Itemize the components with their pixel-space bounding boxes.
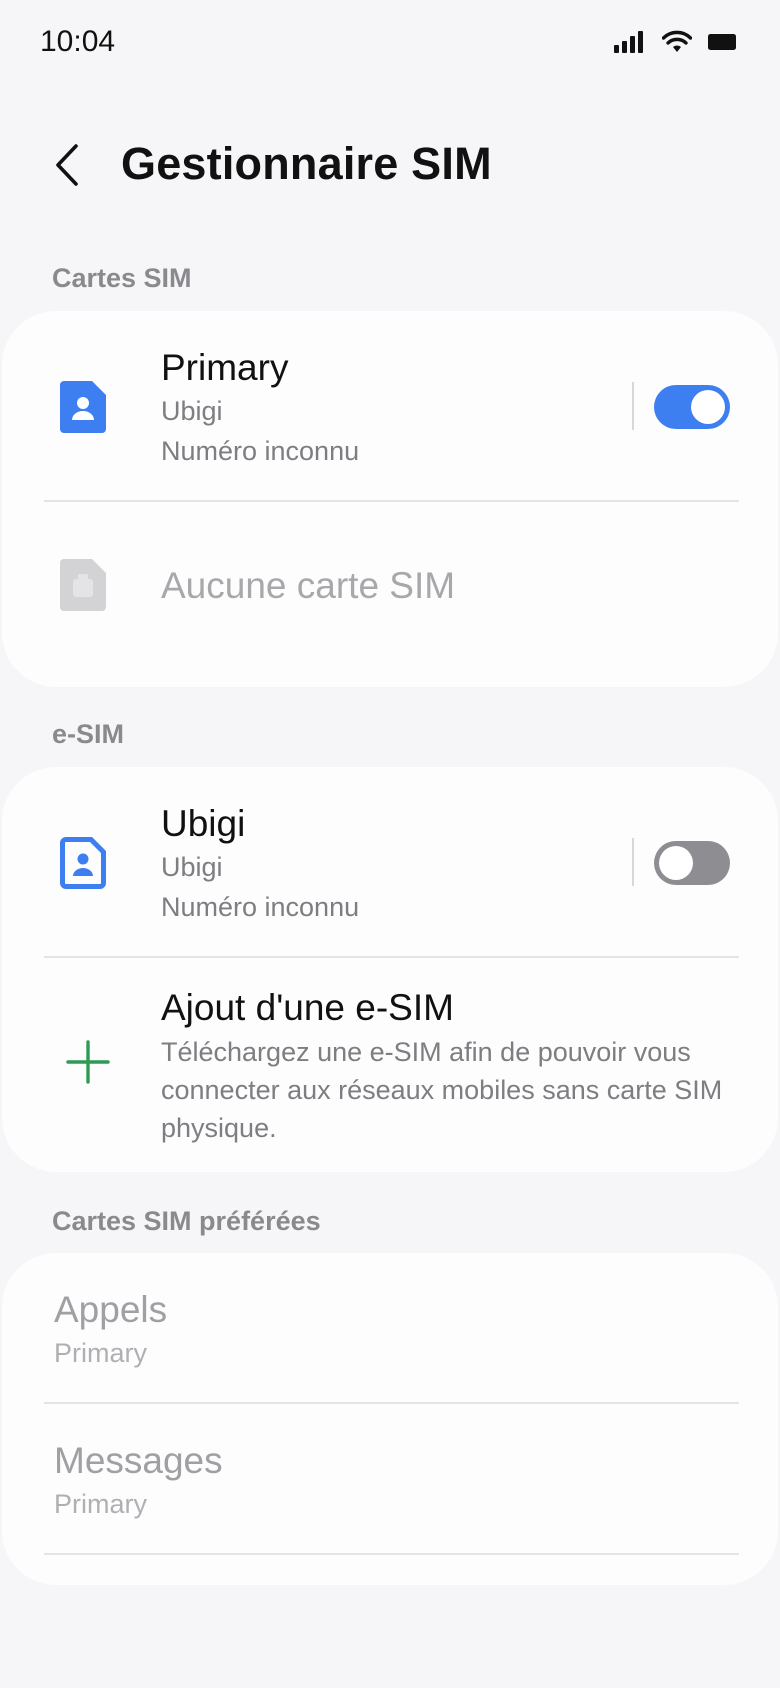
preferred-row-calls: Appels Primary — [2, 1253, 778, 1403]
preferred-calls-title: Appels — [54, 1289, 168, 1330]
toggle-divider — [632, 838, 634, 886]
esim-carrier: Ubigi — [161, 852, 223, 882]
empty-slot-label: Aucune carte SIM — [161, 565, 456, 606]
esim-icon — [60, 837, 106, 889]
sim-row-empty: Aucune carte SIM — [2, 502, 778, 687]
add-esim-row[interactable]: Ajout d'une e-SIM Téléchargez une e-SIM … — [2, 958, 778, 1172]
preferred-messages-title: Messages — [54, 1440, 223, 1481]
preferred-row-messages: Messages Primary — [2, 1404, 778, 1554]
status-time: 10:04 — [40, 25, 116, 58]
esim-row-profile[interactable]: Ubigi Ubigi Numéro inconnu — [2, 767, 778, 957]
toggle-knob — [659, 846, 693, 880]
app-header: Gestionnaire SIM — [0, 110, 780, 220]
divider — [44, 1553, 739, 1555]
section-label-esim: e-SIM — [52, 719, 125, 749]
sim-name: Primary — [161, 347, 289, 388]
primary-sim-toggle[interactable] — [654, 385, 730, 429]
preferred-messages-value: Primary — [54, 1489, 147, 1519]
toggle-divider — [632, 382, 634, 430]
page-title: Gestionnaire SIM — [121, 138, 492, 189]
preferred-sim-card: Appels Primary Messages Primary — [2, 1253, 778, 1585]
signal-icon — [614, 31, 643, 53]
add-esim-title: Ajout d'une e-SIM — [161, 987, 454, 1028]
sim-card-empty-icon — [60, 559, 106, 611]
sim-cards-card: Primary Ubigi Numéro inconnu Aucune cart… — [2, 311, 778, 687]
esim-card: Ubigi Ubigi Numéro inconnu Ajout d'une e… — [2, 767, 778, 1172]
sim-carrier: Ubigi — [161, 396, 223, 426]
esim-name: Ubigi — [161, 803, 246, 844]
status-bar: 10:04 — [0, 0, 780, 90]
status-icons — [614, 30, 738, 54]
sim-number: Numéro inconnu — [161, 436, 360, 466]
sim-card-icon — [60, 381, 106, 433]
esim-toggle[interactable] — [654, 841, 730, 885]
add-esim-description: Téléchargez une e-SIM afin de pouvoir vo… — [161, 1037, 723, 1143]
section-label-preferred: Cartes SIM préférées — [52, 1206, 321, 1236]
battery-icon — [708, 34, 736, 50]
preferred-calls-value: Primary — [54, 1338, 147, 1368]
section-label-sim-cards: Cartes SIM — [52, 263, 192, 293]
esim-number: Numéro inconnu — [161, 892, 360, 922]
chevron-left-icon[interactable] — [48, 140, 88, 190]
sim-row-primary[interactable]: Primary Ubigi Numéro inconnu — [2, 311, 778, 501]
wifi-icon — [662, 30, 692, 52]
plus-icon — [66, 1040, 110, 1084]
toggle-knob — [691, 390, 725, 424]
